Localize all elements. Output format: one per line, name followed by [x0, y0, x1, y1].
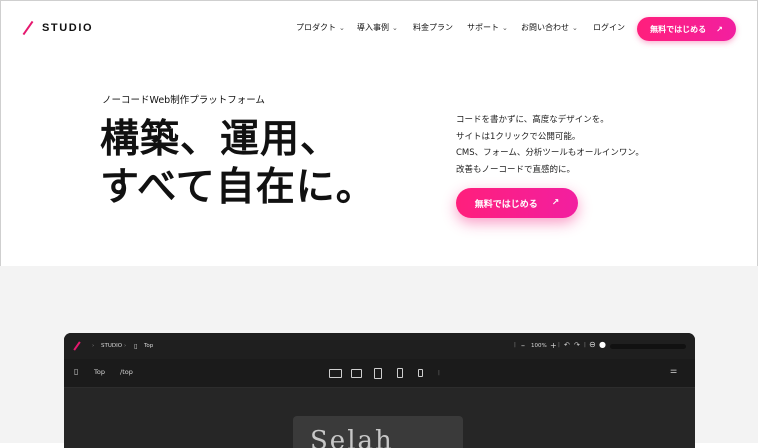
preview-dot-icon[interactable]: ●: [599, 340, 606, 349]
settings-sliders-icon[interactable]: ⚌: [670, 366, 677, 375]
page-path: /top: [120, 368, 133, 376]
width-marker: |: [438, 370, 440, 376]
hero-copy: コードを書かずに、高度なデザインを。 サイトは1クリックで公開可能。 CMS、フ…: [456, 112, 644, 178]
divider: |: [514, 342, 516, 348]
zoom-out-icon[interactable]: –: [521, 341, 525, 350]
editor-mockup: › STUDIO › ▯ Top | – 100% + | ↶ ↷ | ⊖ ● …: [64, 333, 695, 448]
slash-logo-icon: [73, 341, 81, 351]
editor-page-bar: ▯ Top /top | ⚌: [64, 359, 695, 388]
chevron-down-icon: ⌄: [572, 23, 578, 32]
breadcrumb-brand: STUDIO: [101, 343, 123, 349]
nav-item-support[interactable]: サポート ⌄: [467, 22, 521, 33]
copy-line: サイトは1クリックで公開可能。: [456, 131, 581, 142]
small-mobile-icon[interactable]: [418, 369, 423, 377]
chevron-right-icon: ›: [124, 343, 127, 349]
zoom-level: 100%: [531, 343, 547, 349]
nav-item-cases[interactable]: 導入事例 ⌄: [357, 22, 413, 33]
mobile-icon[interactable]: [397, 368, 403, 378]
divider: |: [558, 342, 560, 348]
nav-item-pricing[interactable]: 料金プラン: [413, 22, 467, 33]
arrow-up-right-icon: ↗: [551, 198, 560, 208]
studio-logo[interactable]: STUDIO: [22, 21, 93, 35]
nav-label: 導入事例: [357, 23, 389, 32]
nav-item-product[interactable]: プロダクト ⌄: [296, 22, 357, 33]
publish-button[interactable]: [610, 344, 686, 349]
canvas-heading: Selah: [310, 426, 394, 448]
headline-line-1: 構築、運用、: [100, 117, 341, 162]
chevron-down-icon: ⌄: [392, 23, 398, 32]
nav-label: 料金プラン: [413, 23, 453, 32]
redo-icon[interactable]: ↷: [574, 341, 580, 349]
slash-logo-icon: [22, 21, 34, 35]
page-name: Top: [94, 368, 105, 376]
brand-name: STUDIO: [42, 22, 94, 34]
preview-toggle-icon[interactable]: ⊖: [589, 340, 596, 349]
zoom-in-icon[interactable]: +: [550, 341, 557, 350]
page-icon: ▯: [134, 342, 138, 350]
editor-toolbar: › STUDIO › ▯ Top | – 100% + | ↶ ↷ | ⊖ ●: [64, 333, 695, 360]
signup-button-header[interactable]: 無料ではじめる ↗: [637, 17, 736, 41]
copy-line: 改善もノーコードで直感的に。: [456, 164, 576, 175]
nav-label: サポート: [467, 23, 499, 32]
headline-line-2: すべて自在に。: [100, 165, 376, 210]
cta-label: 無料ではじめる: [474, 199, 538, 210]
divider: |: [584, 342, 586, 348]
tablet-icon[interactable]: [374, 368, 382, 379]
chevron-right-icon: ›: [92, 343, 95, 349]
chevron-down-icon: ⌄: [502, 23, 508, 32]
signup-button-hero[interactable]: 無料ではじめる ↗: [456, 188, 578, 218]
nav-label: プロダクト: [296, 23, 336, 32]
chevron-down-icon: ⌄: [339, 23, 345, 32]
copy-line: コードを書かずに、高度なデザインを。: [456, 115, 609, 125]
arrow-up-right-icon: ↗: [716, 24, 723, 34]
nav-item-contact[interactable]: お問い合わせ ⌄: [521, 22, 593, 33]
main-nav: プロダクト ⌄ 導入事例 ⌄ 料金プラン サポート ⌄ お問い合わせ ⌄ ログイン: [296, 22, 625, 33]
page-icon[interactable]: ▯: [74, 367, 78, 376]
breadcrumb-page: Top: [144, 343, 154, 349]
hero-kicker: ノーコードWeb制作プラットフォーム: [102, 95, 265, 106]
nav-item-login[interactable]: ログイン: [593, 22, 625, 33]
nav-label: ログイン: [593, 23, 625, 32]
hero-headline: 構築、運用、 すべて自在に。: [100, 116, 376, 212]
undo-icon[interactable]: ↶: [564, 341, 570, 349]
laptop-icon[interactable]: [351, 369, 362, 378]
nav-label: お問い合わせ: [521, 23, 569, 32]
copy-line: CMS、フォーム、分析ツールもオールインワン。: [456, 148, 644, 158]
cta-label: 無料ではじめる: [650, 24, 707, 34]
desktop-icon[interactable]: [329, 369, 342, 378]
